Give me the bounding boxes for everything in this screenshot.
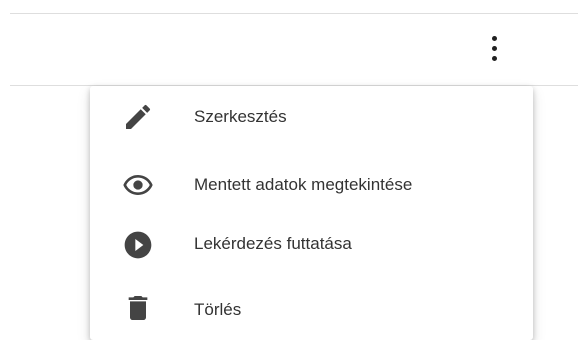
kebab-dot xyxy=(491,36,497,41)
menu-item-delete[interactable]: Törlés xyxy=(90,276,533,340)
menu-item-view-saved-data[interactable]: Mentett adatok megtekintése xyxy=(90,150,533,214)
menu-item-label: Lekérdezés futtatása xyxy=(194,234,352,253)
eye-icon xyxy=(122,169,154,201)
pencil-icon xyxy=(122,101,154,133)
menu-item-edit[interactable]: Szerkesztés xyxy=(90,86,533,150)
kebab-dot xyxy=(491,56,497,61)
menu-item-run-query[interactable]: Lekérdezés futtatása xyxy=(90,214,533,278)
menu-item-label: Mentett adatok megtekintése xyxy=(194,175,413,194)
play-circle-icon xyxy=(122,229,154,261)
kebab-dot xyxy=(491,46,497,51)
trash-icon xyxy=(122,292,154,324)
menu-item-label: Szerkesztés xyxy=(194,107,287,126)
context-menu: Szerkesztés Mentett adatok megtekintése … xyxy=(90,86,533,340)
top-divider xyxy=(10,13,578,14)
more-options-button[interactable] xyxy=(483,34,505,68)
menu-item-label: Törlés xyxy=(194,300,242,319)
